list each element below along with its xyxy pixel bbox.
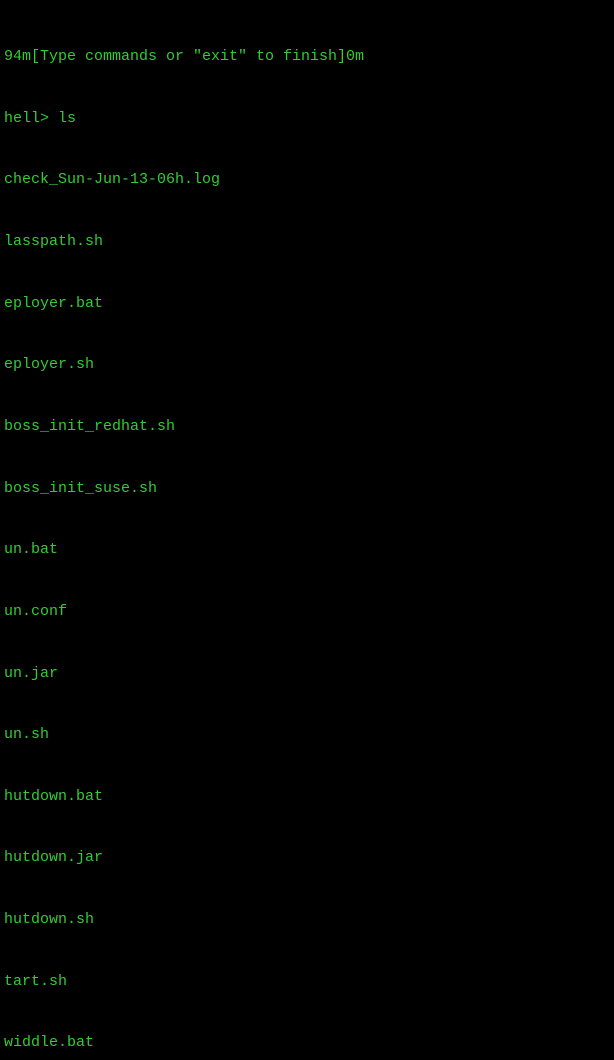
- file-entry: widdle.bat: [4, 1033, 610, 1054]
- prompt-line-1: hell> ls: [4, 109, 610, 130]
- file-entry: un.conf: [4, 602, 610, 623]
- shell-prompt: hell>: [4, 110, 49, 127]
- file-entry: boss_init_redhat.sh: [4, 417, 610, 438]
- file-entry: boss_init_suse.sh: [4, 479, 610, 500]
- file-entry: un.sh: [4, 725, 610, 746]
- file-entry: eployer.sh: [4, 355, 610, 376]
- file-entry: eployer.bat: [4, 294, 610, 315]
- file-entry: un.bat: [4, 540, 610, 561]
- file-entry: hutdown.jar: [4, 848, 610, 869]
- terminal-output[interactable]: 94m[Type commands or "exit" to finish]…: [4, 6, 610, 1060]
- file-entry: hutdown.sh: [4, 910, 610, 931]
- file-entry: check_Sun-Jun-13-06h.log: [4, 170, 610, 191]
- file-entry: tart.sh: [4, 972, 610, 993]
- file-entry: hutdown.bat: [4, 787, 610, 808]
- command-ls: ls: [58, 110, 76, 127]
- file-entry: lasspath.sh: [4, 232, 610, 253]
- file-entry: un.jar: [4, 664, 610, 685]
- banner-line: 94m[Type commands or "exit" to finish]…: [4, 47, 610, 68]
